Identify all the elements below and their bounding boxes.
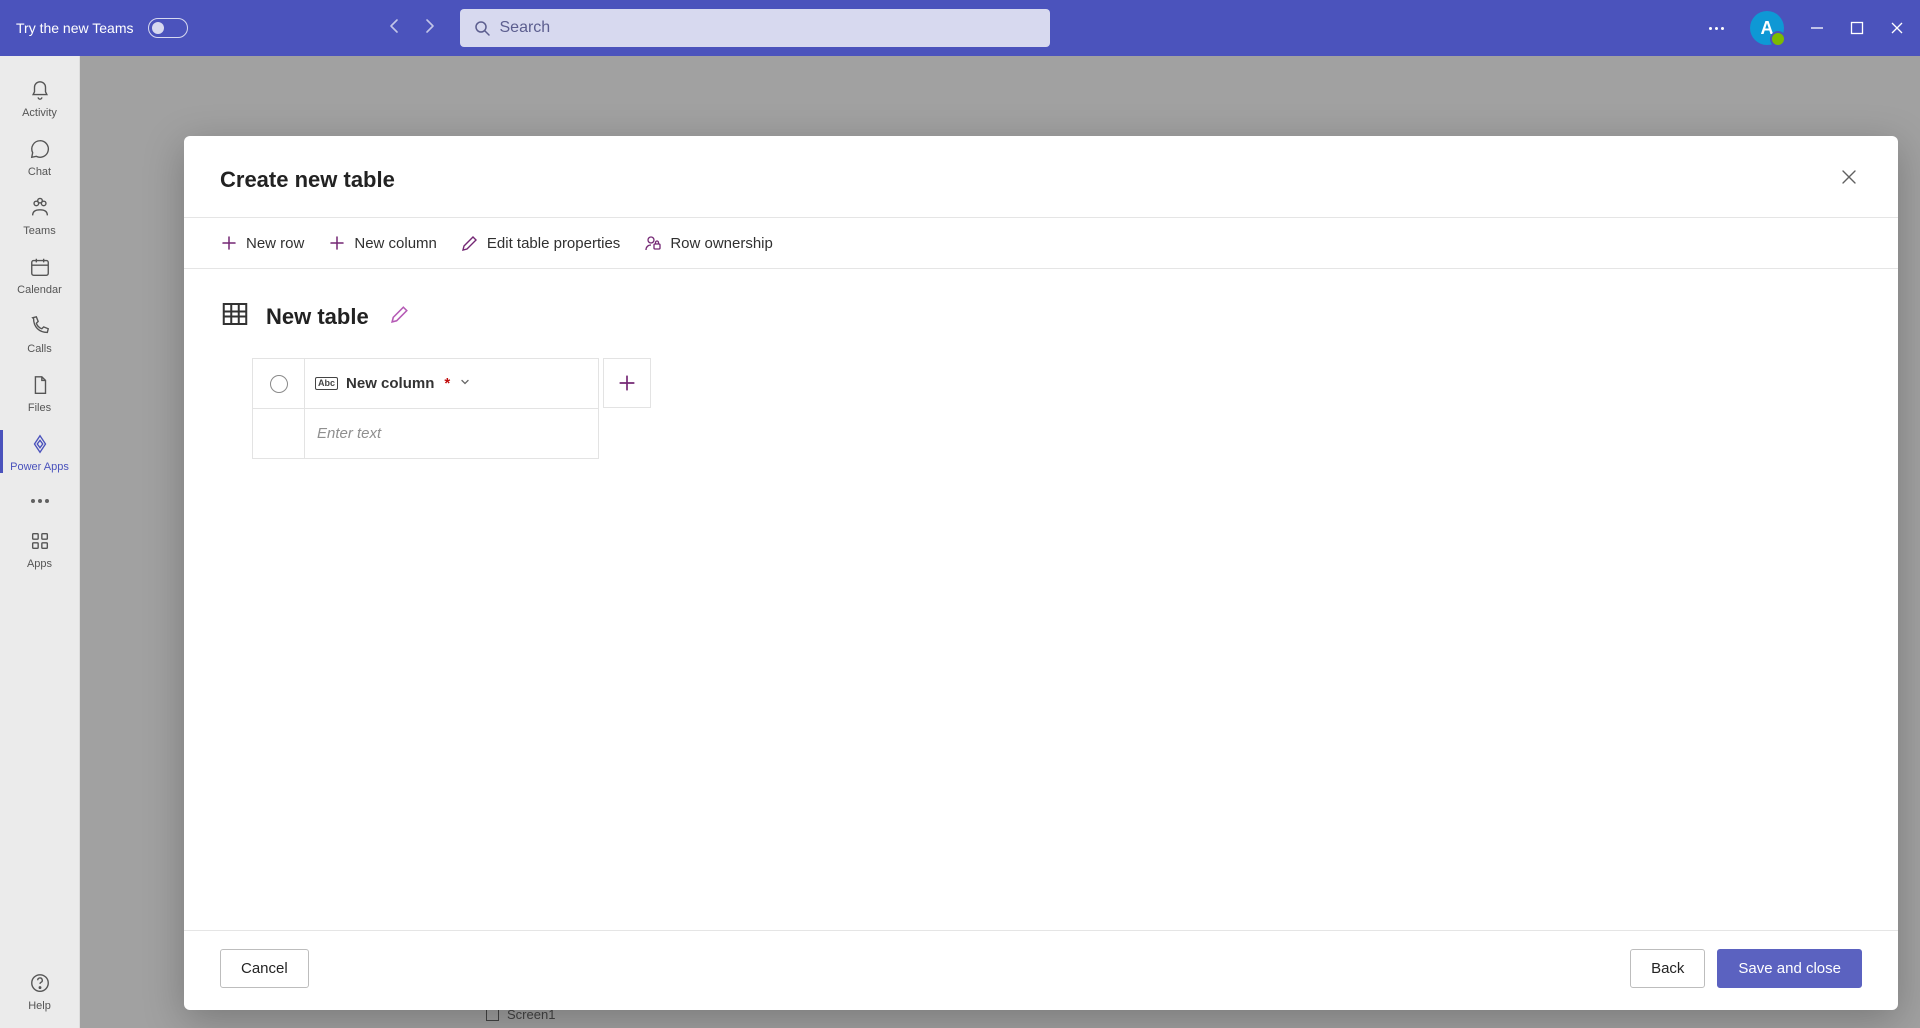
new-row-label: New row (246, 235, 304, 252)
file-icon (28, 373, 52, 397)
required-indicator: * (444, 375, 450, 392)
rail-item-power-apps[interactable]: Power Apps (0, 422, 80, 481)
rail-label: Teams (23, 225, 55, 237)
search-icon (474, 20, 490, 36)
text-type-icon: Abc (315, 377, 338, 390)
teams-titlebar: Try the new Teams A (0, 0, 1920, 56)
nav-forward-icon[interactable] (424, 18, 436, 39)
rail-item-calls[interactable]: Calls (0, 304, 80, 363)
rail-label: Calendar (17, 284, 62, 296)
dialog-toolbar: New row New column Edit table properties… (184, 218, 1898, 269)
rail-label: Calls (27, 343, 51, 355)
person-lock-icon (644, 234, 662, 252)
create-table-dialog: Create new table New row New column (184, 136, 1898, 1010)
rail-item-chat[interactable]: Chat (0, 127, 80, 186)
table-name-label: New table (266, 304, 369, 330)
edit-table-properties-button[interactable]: Edit table properties (461, 234, 620, 252)
avatar[interactable]: A (1750, 11, 1784, 45)
header-row: Abc New column * (253, 359, 599, 409)
new-column-button[interactable]: New column (328, 234, 437, 252)
cancel-button[interactable]: Cancel (220, 949, 309, 988)
back-button[interactable]: Back (1630, 949, 1705, 988)
plus-icon (220, 234, 238, 252)
nav-back-icon[interactable] (388, 18, 400, 39)
avatar-initial: A (1761, 18, 1774, 39)
table-name-row: New table (220, 299, 1862, 334)
help-icon (28, 971, 52, 995)
grid-table: Abc New column * (252, 358, 599, 459)
rail-item-teams[interactable]: Teams (0, 186, 80, 245)
rail-more-icon[interactable] (31, 487, 49, 515)
calendar-icon (28, 255, 52, 279)
dialog-title: Create new table (220, 167, 395, 193)
rail-label: Apps (27, 558, 52, 570)
chat-icon (28, 137, 52, 161)
rail-item-apps[interactable]: Apps (0, 519, 80, 578)
try-new-teams-group: Try the new Teams (16, 18, 188, 38)
bell-icon (28, 78, 52, 102)
dialog-footer: Cancel Back Save and close (184, 930, 1898, 1010)
data-grid: Abc New column * (252, 358, 1862, 459)
titlebar-more-icon[interactable] (1709, 27, 1724, 30)
try-new-teams-label: Try the new Teams (16, 20, 134, 36)
cell-text-input[interactable] (305, 409, 598, 458)
rail-item-activity[interactable]: Activity (0, 68, 80, 127)
window-close-icon[interactable] (1890, 21, 1904, 35)
plus-icon (328, 234, 346, 252)
window-maximize-icon[interactable] (1850, 21, 1864, 35)
search-input[interactable] (500, 19, 1036, 37)
table-icon (220, 299, 250, 334)
column-header-label: New column (346, 375, 434, 392)
dialog-close-icon[interactable] (1836, 164, 1862, 195)
rail-label: Activity (22, 107, 57, 119)
edit-table-name-icon[interactable] (391, 305, 409, 328)
titlebar-right-group: A (1709, 11, 1904, 45)
row-ownership-label: Row ownership (670, 235, 773, 252)
search-box[interactable] (460, 9, 1050, 47)
chevron-down-icon (460, 377, 470, 390)
rail-label: Help (28, 1000, 51, 1012)
pencil-icon (461, 234, 479, 252)
data-cell[interactable] (305, 409, 599, 459)
dialog-header: Create new table (184, 136, 1898, 218)
window-minimize-icon[interactable] (1810, 21, 1824, 35)
column-header[interactable]: Abc New column * (305, 359, 599, 409)
rail-label: Power Apps (10, 461, 69, 473)
rail-item-calendar[interactable]: Calendar (0, 245, 80, 304)
history-nav (388, 18, 436, 39)
table-row (253, 409, 599, 459)
edit-props-label: Edit table properties (487, 235, 620, 252)
rail-item-help[interactable]: Help (0, 961, 80, 1020)
rail-label: Files (28, 402, 51, 414)
try-new-teams-toggle[interactable] (148, 18, 188, 38)
phone-icon (28, 314, 52, 338)
radio-icon (270, 375, 288, 393)
teams-icon (28, 196, 52, 220)
new-column-label: New column (354, 235, 437, 252)
rail-label: Chat (28, 166, 51, 178)
rail-item-files[interactable]: Files (0, 363, 80, 422)
main-area: Screen1 Create new table New row New col… (80, 56, 1920, 1028)
save-and-close-button[interactable]: Save and close (1717, 949, 1862, 988)
power-apps-icon (28, 432, 52, 456)
dialog-body: New table Abc New column (184, 269, 1898, 930)
row-ownership-button[interactable]: Row ownership (644, 234, 773, 252)
left-rail: Activity Chat Teams Calendar Calls Files (0, 56, 80, 1028)
row-select-cell[interactable] (253, 409, 305, 459)
new-row-button[interactable]: New row (220, 234, 304, 252)
add-column-button[interactable] (603, 358, 651, 408)
select-all-cell[interactable] (253, 359, 305, 409)
apps-icon (28, 529, 52, 553)
